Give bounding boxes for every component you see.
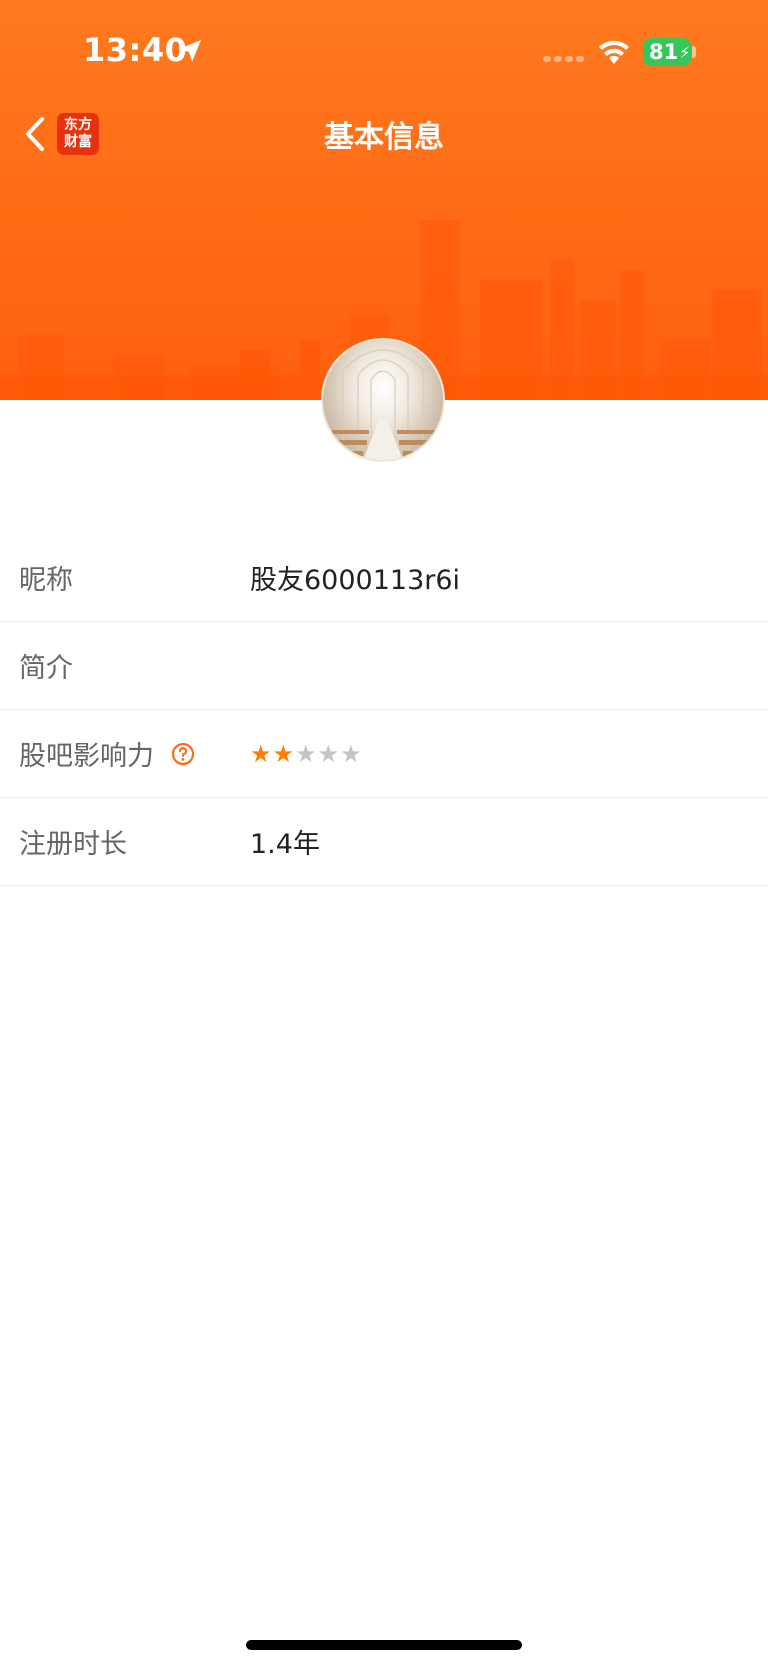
- status-time: 13:40: [83, 31, 188, 69]
- influence-rating: ★ ★ ★ ★ ★: [250, 740, 362, 768]
- charging-bolt-icon: ⚡: [679, 42, 691, 62]
- info-row-nickname[interactable]: 昵称 股友6000113r6i: [0, 534, 768, 622]
- bio-label: 简介: [19, 653, 73, 684]
- page-title: 基本信息: [324, 120, 444, 155]
- influence-label: 股吧影响力: [19, 741, 154, 772]
- help-icon[interactable]: [171, 742, 195, 766]
- avatar-image: [323, 349, 443, 460]
- registration-label: 注册时长: [19, 829, 127, 860]
- profile-info-list: 昵称 股友6000113r6i 简介 股吧影响力 ★ ★ ★ ★ ★ 注册时长 1.4年: [0, 534, 768, 886]
- info-row-registration: 注册时长 1.4年: [0, 798, 768, 886]
- battery-indicator: 81 ⚡: [643, 38, 691, 66]
- star-icon: ★: [295, 739, 317, 768]
- nickname-value: 股友6000113r6i: [250, 565, 461, 596]
- nickname-label: 昵称: [19, 565, 73, 596]
- battery-cap: [692, 46, 696, 58]
- location-arrow-icon: [179, 40, 201, 62]
- avatar[interactable]: [321, 338, 445, 462]
- star-icon: ★: [250, 739, 272, 768]
- star-icon: ★: [272, 739, 295, 768]
- battery-level: 81: [649, 40, 679, 64]
- registration-value: 1.4年: [250, 829, 320, 860]
- info-row-bio[interactable]: 简介: [0, 622, 768, 710]
- status-bar: 13:40 81 ⚡: [0, 0, 768, 100]
- signal-icon: [543, 56, 584, 62]
- star-icon: ★: [317, 739, 340, 768]
- wifi-icon: [599, 40, 629, 64]
- home-indicator[interactable]: [246, 1640, 522, 1650]
- star-icon: ★: [340, 739, 362, 768]
- info-row-influence: 股吧影响力 ★ ★ ★ ★ ★: [0, 710, 768, 798]
